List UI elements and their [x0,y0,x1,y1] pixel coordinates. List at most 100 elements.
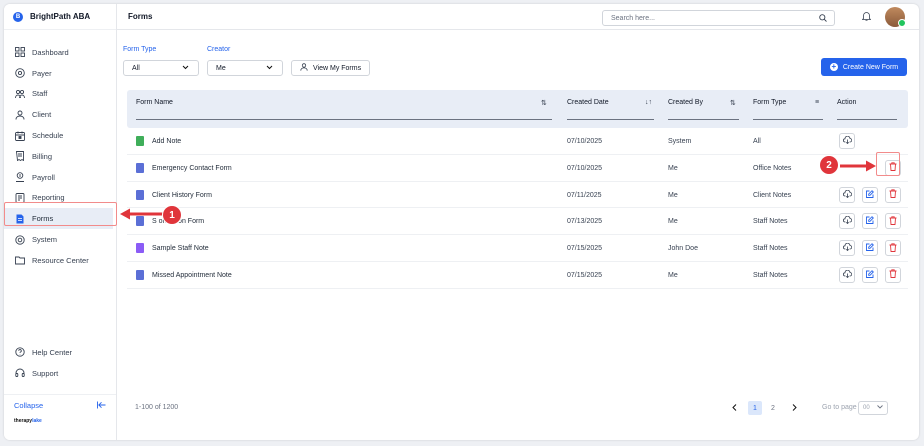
trash-icon [889,243,897,254]
view-my-forms-button[interactable]: View My Forms [291,60,371,76]
table-row[interactable]: Sample Staff Note 07/15/2025 John Doe St… [127,235,908,262]
delete-highlight-box [876,152,900,176]
sort-icon[interactable]: ↓↑ [645,99,652,106]
form-name[interactable]: Missed Appointment Note [152,272,232,279]
form-type-select[interactable]: All [123,60,199,76]
sidebar-item-staff[interactable]: Staff [4,84,116,105]
edit-icon [866,270,874,280]
column-divider [567,119,654,120]
pagination: 1-100 of 1200 1 2 Go to page 00 [127,394,908,420]
sidebar-item-label: Client [32,110,52,120]
page-title: Forms [128,12,153,21]
created-by: System [668,138,692,145]
created-by: Me [668,218,678,226]
delete-button[interactable] [885,186,901,203]
sort-icon[interactable]: ⇅ [730,99,736,107]
collapse-arrow-icon [97,401,106,411]
download-button[interactable] [839,213,855,230]
sidebar-item-billing[interactable]: Billing [4,146,116,167]
next-page-button[interactable] [787,401,801,415]
trash-icon [889,216,897,227]
column-header-created-date[interactable]: Created Date [567,99,609,106]
form-type: All [753,138,761,145]
sort-icon[interactable]: ⇅ [541,99,547,107]
cloud-download-icon [842,242,852,253]
column-header-form-name[interactable]: Form Name [136,99,173,106]
form-name[interactable]: Sample Staff Note [152,245,209,252]
creator-select[interactable]: Me [207,60,283,76]
sidebar-item-support[interactable]: Support [4,363,116,384]
brand-logo: B [13,11,23,22]
sidebar-item-payroll[interactable]: Payroll [4,167,116,188]
table-row[interactable]: Add Note 07/10/2025 System All [127,128,908,155]
edit-button[interactable] [862,240,878,257]
download-button[interactable] [839,186,855,203]
download-button[interactable] [839,266,855,283]
sidebar-item-dashboard[interactable]: Dashboard [4,42,116,63]
column-header-created-by[interactable]: Created By [668,99,703,106]
cloud-download-icon [842,135,852,146]
column-divider [136,119,552,120]
avatar[interactable] [885,7,906,27]
form-name[interactable]: Emergency Contact Form [152,165,232,172]
calendar-icon [15,131,25,141]
sidebar-item-label: Help Center [32,347,73,357]
sidebar-item-label: Payer [32,68,52,78]
search-input[interactable]: Search here... [602,10,835,26]
sidebar-item-system[interactable]: System [4,229,116,250]
form-type: Staff Notes [753,271,788,279]
creator-value: Me [216,64,226,72]
page-button-2[interactable]: 2 [766,401,780,415]
download-button[interactable] [839,240,855,257]
form-name[interactable]: Client History Form [152,192,212,199]
table-row[interactable]: Client History Form 07/11/2025 Me Client… [127,182,908,209]
goto-page-select[interactable]: 00 [858,401,888,415]
download-button[interactable] [839,133,855,149]
plus-icon: + [829,62,838,71]
filter-icon[interactable]: ≡ [815,99,819,106]
form-name[interactable]: Add Note [152,138,181,145]
chevron-down-icon [266,65,273,72]
prev-page-button[interactable] [727,401,741,415]
edit-button[interactable] [862,213,878,230]
sidebar-bottom-nav: Help Center Support [4,342,116,384]
collapse-label: Collapse [14,401,44,410]
created-date: 07/10/2025 [567,164,603,172]
delete-button[interactable] [885,240,901,257]
edit-button[interactable] [862,186,878,203]
step-badge-1: 1 [163,206,181,224]
brand[interactable]: B BrightPath ABA [4,4,116,30]
table-header: Form Name ⇅ Created Date ↓↑ Created By ⇅… [127,90,908,128]
collapse-sidebar[interactable]: Collapse [4,394,116,416]
edit-icon [866,243,874,253]
top-bar: Forms Search here... [117,4,919,30]
table-row[interactable]: Emergency Contact Form 07/10/2025 Me Off… [127,155,908,182]
edit-button[interactable] [862,266,878,283]
sidebar-item-resource-center[interactable]: Resource Center [4,250,116,271]
search-icon[interactable] [819,14,827,24]
sidebar-item-help-center[interactable]: Help Center [4,342,116,363]
sidebar-item-payer[interactable]: Payer [4,63,116,84]
folder-icon [15,255,25,265]
pagination-range: 1-100 of 1200 [135,404,179,411]
table-row[interactable]: Missed Appointment Note 07/15/2025 Me St… [127,262,908,289]
cloud-download-icon [842,189,852,200]
table-row[interactable]: S ormation Form 07/13/2025 Me Staff Note… [127,208,908,236]
powered-by-suffix: lake [32,418,42,424]
sidebar-item-label: Schedule [32,131,64,141]
sidebar-item-client[interactable]: Client [4,104,116,125]
delete-button[interactable] [885,266,901,283]
sidebar-item-label: Support [32,368,59,378]
page-button-1[interactable]: 1 [748,401,762,415]
app-window: B BrightPath ABA Dashboard Payer Staff C… [4,4,919,440]
sidebar-item-schedule[interactable]: Schedule [4,125,116,146]
column-divider [837,119,897,120]
delete-button[interactable] [885,213,901,230]
form-file-icon [136,136,144,146]
bell-icon[interactable] [861,11,872,23]
view-my-forms-label: View My Forms [313,64,362,72]
form-file-icon [136,162,144,173]
form-type-label: Form Type [123,46,157,53]
create-new-form-button[interactable]: + Create New Form [821,58,907,76]
column-header-form-type[interactable]: Form Type [753,99,786,106]
